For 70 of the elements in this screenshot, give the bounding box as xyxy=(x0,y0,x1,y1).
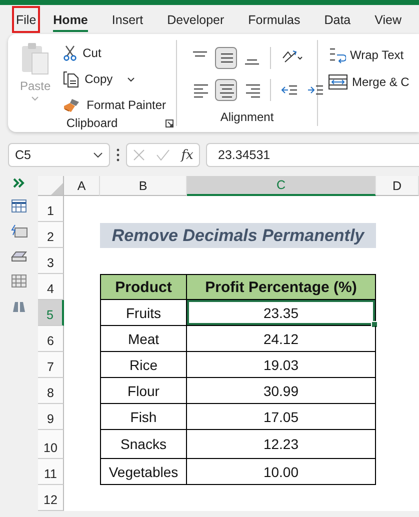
ribbon-tab[interactable]: View xyxy=(372,6,404,33)
table-cell: Meat xyxy=(100,326,187,352)
row-header[interactable]: 6 xyxy=(38,326,64,352)
copy-icon xyxy=(62,70,79,88)
center-align-button[interactable] xyxy=(215,79,237,101)
table-cell: Vegetables xyxy=(100,459,187,485)
row-header[interactable]: 7 xyxy=(38,352,64,378)
more-icon[interactable] xyxy=(116,148,120,162)
ribbon-tab[interactable]: Data xyxy=(322,6,353,33)
wrap-text-icon xyxy=(328,46,346,64)
table-cell: Flour xyxy=(100,378,187,404)
table-cell: 12.23 xyxy=(187,430,376,459)
ribbon-tab[interactable]: Home xyxy=(51,6,90,33)
chevron-down-icon xyxy=(93,152,103,158)
format-painter-button[interactable]: Format Painter xyxy=(60,94,168,116)
caret-icon xyxy=(126,76,135,82)
formula-field[interactable]: 23.34531 xyxy=(206,143,419,167)
table-icon[interactable] xyxy=(11,199,27,213)
ribbon-tab[interactable]: Formulas xyxy=(246,6,302,33)
row-header[interactable]: 1 xyxy=(38,196,64,222)
sheet-title: Remove Decimals Permanently xyxy=(100,223,376,248)
group-label: Alignment xyxy=(220,110,274,124)
table-cell: 17.05 xyxy=(187,404,376,430)
table-header: Profit Percentage (%) xyxy=(187,274,376,300)
group-label: Clipboard xyxy=(66,116,118,130)
paintbrush-icon xyxy=(62,97,81,113)
merge-button[interactable]: Merge & C xyxy=(328,74,410,90)
table-cell: 19.03 xyxy=(187,352,376,378)
top-align-icon xyxy=(192,51,208,57)
table-cell: Rice xyxy=(100,352,187,378)
column-header[interactable]: B xyxy=(100,176,187,196)
table-cell: Fruits xyxy=(100,300,187,326)
wrap-text-button[interactable]: Wrap Text xyxy=(328,46,410,64)
grid-icon[interactable] xyxy=(11,274,27,288)
copy-button[interactable]: Copy xyxy=(60,68,168,90)
column-header[interactable]: D xyxy=(376,176,419,196)
row-header[interactable]: 4 xyxy=(38,274,64,300)
dialog-launcher-icon[interactable] xyxy=(165,119,174,128)
row-header[interactable]: 2 xyxy=(38,222,64,248)
row-header[interactable]: 12 xyxy=(38,485,64,511)
row-header[interactable]: 8 xyxy=(38,378,64,404)
table-cell: 24.12 xyxy=(187,326,376,352)
insert-function-button[interactable]: fx xyxy=(181,148,194,162)
table-cell: 23.35 xyxy=(187,300,376,326)
form-icon[interactable] xyxy=(10,224,28,238)
bottom-align-icon xyxy=(244,59,260,65)
table-header: Product xyxy=(100,274,187,300)
row-header[interactable]: 11 xyxy=(38,459,64,485)
fill-handle[interactable] xyxy=(371,321,378,328)
column-header[interactable]: A xyxy=(64,176,100,196)
caret-icon xyxy=(31,96,40,101)
ribbon-tab[interactable]: Insert xyxy=(110,6,146,33)
stack-icon[interactable] xyxy=(10,249,28,263)
double-chevron-icon[interactable] xyxy=(13,178,25,188)
table-cell: Snacks xyxy=(100,430,187,459)
row-header[interactable]: 9 xyxy=(38,404,64,430)
middle-align-button[interactable] xyxy=(215,47,237,69)
check-icon[interactable] xyxy=(156,149,170,161)
table-cell: 30.99 xyxy=(187,378,376,404)
name-box[interactable]: C5 xyxy=(8,143,110,167)
cut-button[interactable]: Cut xyxy=(60,42,168,64)
row-header[interactable]: 10 xyxy=(38,430,64,459)
ribbon-tab[interactable]: Developer xyxy=(165,6,226,33)
clipboard-icon xyxy=(20,42,50,76)
row-header[interactable]: 3 xyxy=(38,248,64,274)
ribbon-tab[interactable]: File xyxy=(12,6,40,33)
merge-cells-icon xyxy=(328,74,348,90)
table-cell: Fish xyxy=(100,404,187,430)
table-cell: 10.00 xyxy=(187,459,376,485)
scissors-icon xyxy=(62,45,77,61)
